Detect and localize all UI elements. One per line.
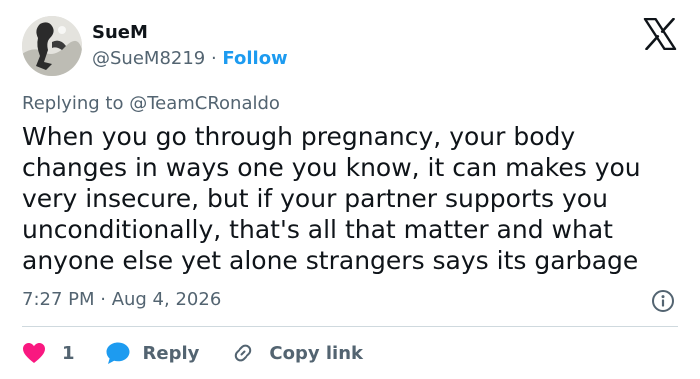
tweet-text-line: very insecure, but if your partner suppo… <box>22 184 608 213</box>
copy-link-label: Copy link <box>269 342 363 364</box>
avatar[interactable] <box>22 16 82 76</box>
speech-bubble-icon <box>105 341 131 365</box>
user-handle[interactable]: @SueM8219 <box>92 48 205 69</box>
follow-button[interactable]: Follow <box>222 48 287 69</box>
copy-link-button[interactable]: Copy link <box>231 341 363 365</box>
reply-context: Replying to @TeamCRonaldo <box>22 93 280 115</box>
tweet-text-line: When you go through pregnancy, your body <box>22 122 576 151</box>
tweet-timestamp[interactable]: 7:27 PM · Aug 4, 2026 <box>22 289 221 311</box>
like-count: 1 <box>62 342 75 364</box>
tweet-text-line: unconditionally, that's all that matter … <box>22 215 613 244</box>
heart-icon <box>22 342 46 364</box>
reply-button[interactable]: Reply <box>105 341 200 365</box>
handle-line: @SueM8219 · Follow <box>92 48 288 70</box>
link-icon <box>231 341 255 365</box>
tweet-text: When you go through pregnancy, your body… <box>22 121 682 276</box>
reply-label: Reply <box>142 342 200 364</box>
reply-prefix: Replying to <box>22 93 130 114</box>
tweet-text-line: changes in ways one you know, it can mak… <box>22 153 641 182</box>
tweet-text-line: anyone else yet alone strangers says its… <box>22 246 639 275</box>
separator: · <box>205 48 223 69</box>
mention-link[interactable]: @TeamCRonaldo <box>129 93 280 114</box>
action-bar: 1 Reply Copy link <box>22 338 363 368</box>
display-name[interactable]: SueM <box>92 22 148 44</box>
divider <box>22 326 678 327</box>
like-button[interactable]: 1 <box>22 342 75 364</box>
info-icon[interactable] <box>651 289 675 313</box>
x-logo-icon[interactable] <box>643 17 677 51</box>
